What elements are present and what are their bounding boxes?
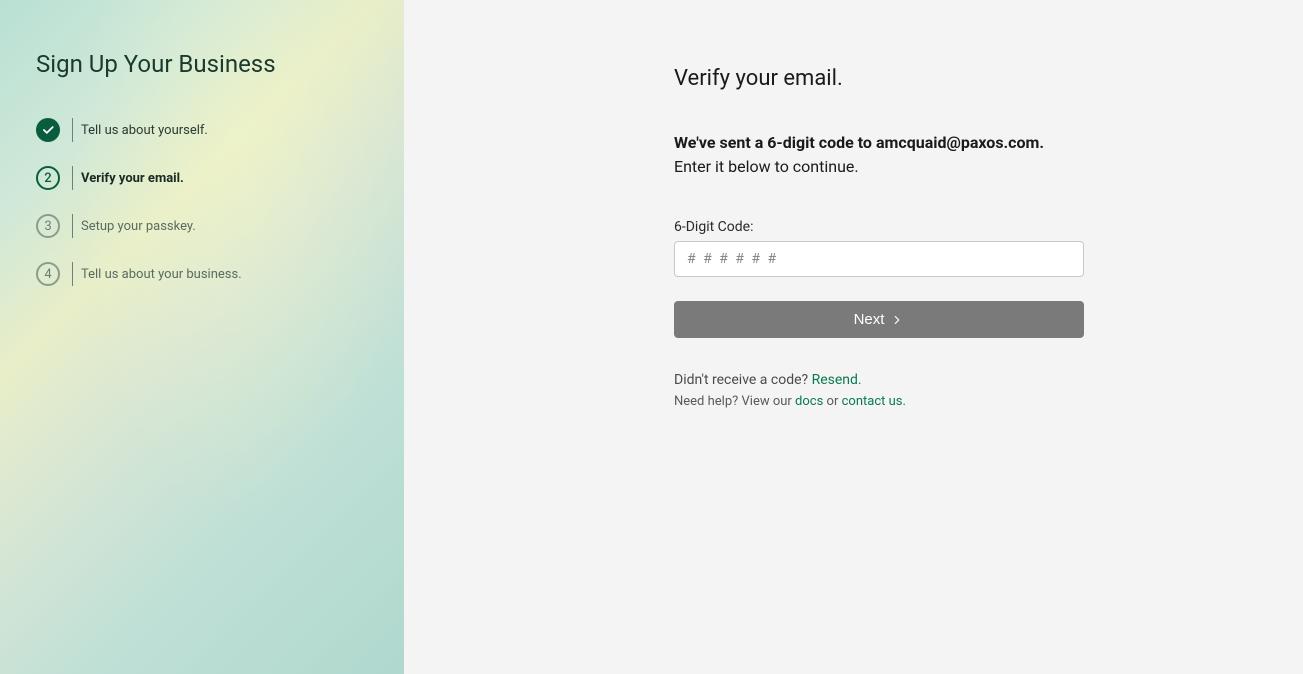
help-row: Need help? View our docs or contact us.: [674, 394, 1084, 409]
resend-link[interactable]: Resend.: [812, 372, 862, 388]
step-3: 3 Setup your passkey.: [36, 214, 368, 238]
contact-link[interactable]: contact us.: [842, 394, 906, 409]
enter-instruction: Enter it below to continue.: [674, 155, 1084, 179]
step-2: 2 Verify your email.: [36, 166, 368, 190]
step-1: Tell us about yourself.: [36, 118, 368, 142]
step-circle-active: 2: [36, 166, 60, 190]
sent-prefix: We've sent a 6-digit code to: [674, 133, 876, 152]
sent-email: amcquaid@paxos.com.: [876, 133, 1044, 152]
verify-email-form: Verify your email. We've sent a 6-digit …: [674, 66, 1084, 409]
code-field-label: 6-Digit Code:: [674, 219, 1084, 235]
step-label: Tell us about your business.: [81, 267, 242, 282]
docs-link[interactable]: docs: [795, 394, 823, 409]
step-separator: [72, 262, 73, 286]
steps-list: Tell us about yourself. 2 Verify your em…: [36, 118, 368, 286]
step-separator: [72, 118, 73, 142]
step-4: 4 Tell us about your business.: [36, 262, 368, 286]
sent-code-message: We've sent a 6-digit code to amcquaid@pa…: [674, 131, 1084, 155]
step-circle-pending: 3: [36, 214, 60, 238]
next-button-label: Next: [854, 311, 885, 328]
step-separator: [72, 166, 73, 190]
step-circle-pending: 4: [36, 262, 60, 286]
resend-row: Didn't receive a code? Resend.: [674, 372, 1084, 388]
check-icon: [41, 123, 55, 137]
help-mid: or: [823, 394, 841, 409]
step-label: Setup your passkey.: [81, 219, 196, 234]
page-title: Verify your email.: [674, 66, 1084, 91]
step-label: Verify your email.: [81, 171, 184, 186]
next-button[interactable]: Next: [674, 301, 1084, 338]
help-prefix: Need help? View our: [674, 394, 795, 409]
step-label: Tell us about yourself.: [81, 123, 208, 138]
no-code-text: Didn't receive a code?: [674, 372, 812, 388]
signup-sidebar: Sign Up Your Business Tell us about your…: [0, 0, 404, 674]
main-content: Verify your email. We've sent a 6-digit …: [404, 0, 1303, 674]
sidebar-title: Sign Up Your Business: [36, 50, 368, 78]
step-separator: [72, 214, 73, 238]
step-circle-completed: [36, 118, 60, 142]
code-input[interactable]: [674, 241, 1084, 277]
chevron-right-icon: [890, 313, 904, 327]
